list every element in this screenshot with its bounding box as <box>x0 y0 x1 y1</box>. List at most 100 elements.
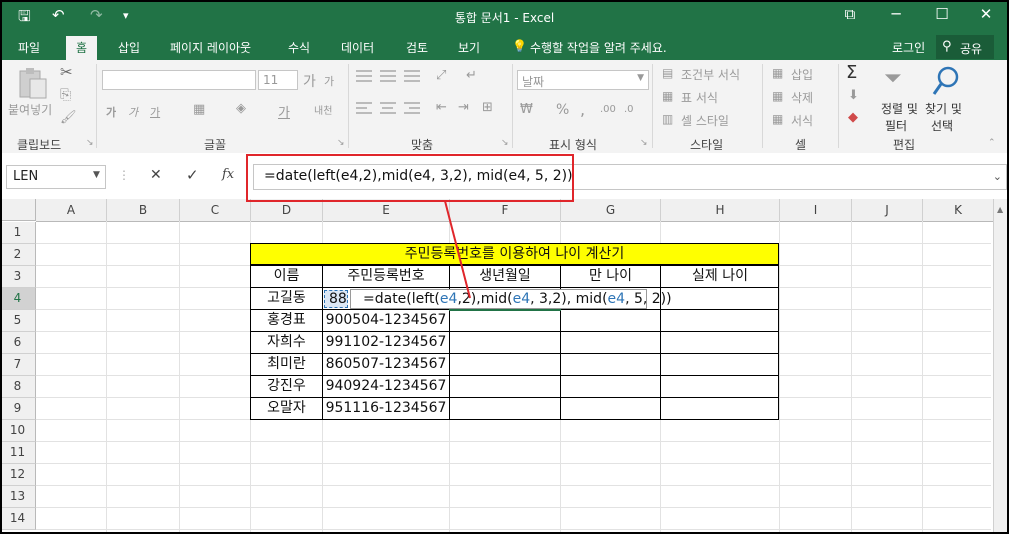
font-color-icon[interactable]: 가 <box>278 102 290 121</box>
col-header-c[interactable]: C <box>180 199 251 222</box>
maximize-button[interactable]: ☐ <box>922 5 962 23</box>
fill-icon[interactable]: ⬇ <box>848 88 859 103</box>
row-header-1[interactable]: 1 <box>0 222 36 244</box>
insert-cells-button[interactable]: 삽입 <box>791 66 813 83</box>
cell-name[interactable]: 오말자 <box>251 398 322 419</box>
borders-icon[interactable]: ▦ <box>193 102 205 117</box>
col-header-k[interactable]: K <box>923 199 994 222</box>
enter-icon[interactable]: ✓ <box>186 166 199 184</box>
close-button[interactable]: ✕ <box>966 5 1006 23</box>
row-header-7[interactable]: 7 <box>0 354 36 376</box>
comma-style-button[interactable]: , <box>580 100 585 119</box>
font-size-box[interactable]: 11 <box>258 70 298 90</box>
align-right-icon[interactable] <box>404 102 420 114</box>
select-all-corner[interactable] <box>0 199 36 221</box>
cell-id-number[interactable]: 900504-1234567 <box>323 310 449 331</box>
increase-decimal-icon[interactable]: .00 <box>600 104 616 115</box>
align-center-icon[interactable] <box>380 102 396 114</box>
row-header-11[interactable]: 11 <box>0 442 36 464</box>
tab-view[interactable]: 보기 <box>458 39 480 56</box>
tab-home[interactable]: 홈 <box>66 36 98 60</box>
header-age[interactable]: 만 나이 <box>561 266 660 287</box>
accounting-format-icon[interactable]: ₩ <box>520 102 533 117</box>
cell-name[interactable]: 최미란 <box>251 354 322 375</box>
merge-center-icon[interactable]: ⊞ <box>482 100 493 115</box>
row-header-6[interactable]: 6 <box>0 332 36 354</box>
drag-handle-icon[interactable]: ⋮ <box>118 168 130 182</box>
increase-indent-icon[interactable]: ⇥ <box>458 100 469 115</box>
delete-cells-button[interactable]: 삭제 <box>791 89 813 106</box>
tab-review[interactable]: 검토 <box>406 39 428 56</box>
format-painter-icon[interactable]: 🖌 <box>60 110 77 125</box>
col-header-b[interactable]: B <box>107 199 180 222</box>
cell-name[interactable]: 고길동 <box>251 288 322 309</box>
format-cells-button[interactable]: 서식 <box>791 112 813 129</box>
tell-me-box[interactable]: 수행할 작업을 알려 주세요. <box>530 39 667 56</box>
col-header-f[interactable]: F <box>450 199 561 222</box>
tab-page-layout[interactable]: 페이지 레이아웃 <box>170 39 251 56</box>
alignment-launcher-icon[interactable]: ↘ <box>501 138 509 148</box>
number-format-box[interactable]: 날짜 ▼ <box>517 70 649 90</box>
vertical-scrollbar[interactable]: ▲ <box>993 199 1009 534</box>
format-as-table-button[interactable]: 표 서식 <box>681 89 718 106</box>
decrease-decimal-icon[interactable]: .0 <box>624 104 634 115</box>
col-header-e[interactable]: E <box>323 199 450 222</box>
find-select-icon[interactable] <box>931 64 965 98</box>
sort-filter-button[interactable]: 정렬 및 <box>881 100 918 117</box>
row-header-4[interactable]: 4 <box>0 288 36 310</box>
conditional-format-button[interactable]: 조건부 서식 <box>681 66 740 83</box>
tab-insert[interactable]: 삽입 <box>118 39 140 56</box>
number-launcher-icon[interactable]: ↘ <box>640 138 648 148</box>
tab-file[interactable]: 파일 <box>18 39 40 56</box>
header-name[interactable]: 이름 <box>251 266 322 287</box>
expand-formula-icon[interactable]: ⌄ <box>993 170 1002 183</box>
col-header-a[interactable]: A <box>36 199 107 222</box>
underline-button[interactable]: 가 <box>150 104 160 120</box>
col-header-j[interactable]: J <box>852 199 923 222</box>
phonetic-guide-button[interactable]: 내천 <box>314 102 332 117</box>
col-header-g[interactable]: G <box>561 199 661 222</box>
row-header-8[interactable]: 8 <box>0 376 36 398</box>
cell-name[interactable]: 자희수 <box>251 332 322 353</box>
row-header-3[interactable]: 3 <box>0 266 36 288</box>
row-header-5[interactable]: 5 <box>0 310 36 332</box>
header-birthdate[interactable]: 생년월일 <box>450 266 560 287</box>
find-select-button[interactable]: 찾기 및 <box>925 100 962 117</box>
sign-in-link[interactable]: 로그인 <box>892 39 925 56</box>
col-header-d[interactable]: D <box>251 199 323 222</box>
cell-id-number[interactable]: 860507-1234567 <box>323 354 449 375</box>
minimize-button[interactable]: ─ <box>876 5 916 23</box>
header-real-age[interactable]: 실제 나이 <box>661 266 779 287</box>
share-button[interactable]: ⚲ 공유 <box>936 35 994 59</box>
copy-icon[interactable]: ⎘ <box>60 87 71 103</box>
clear-icon[interactable]: ◆ <box>848 110 858 125</box>
name-box[interactable]: LEN ▼ <box>6 165 106 189</box>
ribbon-display-icon[interactable]: ⧉ <box>830 5 870 23</box>
row-header-14[interactable]: 14 <box>0 508 36 530</box>
scroll-up-icon[interactable]: ▲ <box>997 205 1003 214</box>
percent-button[interactable]: % <box>556 102 569 118</box>
title-banner[interactable]: 주민등록번호를 이용하여 나이 계산기 <box>250 243 779 265</box>
wrap-text-icon[interactable]: ↵ <box>466 68 477 83</box>
cell-editor[interactable]: =date(left(e4,2),mid(e4, 3,2), mid(e4, 5… <box>350 289 672 309</box>
grow-font-icon[interactable]: 가 <box>303 71 316 91</box>
shrink-font-icon[interactable]: 가 <box>324 73 334 89</box>
align-bottom-icon[interactable] <box>404 70 420 82</box>
row-header-13[interactable]: 13 <box>0 486 36 508</box>
cell-id-number[interactable]: 991102-1234567 <box>323 332 449 353</box>
row-header-2[interactable]: 2 <box>0 244 36 266</box>
row-header-10[interactable]: 10 <box>0 420 36 442</box>
cell-name[interactable]: 홍경표 <box>251 310 322 331</box>
cell-id-number[interactable]: 951116-1234567 <box>323 398 449 419</box>
orientation-icon[interactable]: ⤢ <box>436 68 446 83</box>
fill-color-icon[interactable]: ◈ <box>236 101 246 116</box>
row-header-12[interactable]: 12 <box>0 464 36 486</box>
cell-name[interactable]: 강진우 <box>251 376 322 397</box>
cell-id-number[interactable]: 940924-1234567 <box>323 376 449 397</box>
tab-formulas[interactable]: 수식 <box>288 39 310 56</box>
paste-button[interactable]: 붙여넣기 <box>8 101 52 118</box>
row-header-9[interactable]: 9 <box>0 398 36 420</box>
tab-data[interactable]: 데이터 <box>341 39 374 56</box>
col-header-h[interactable]: H <box>661 199 780 222</box>
italic-button[interactable]: 가 <box>128 104 138 120</box>
